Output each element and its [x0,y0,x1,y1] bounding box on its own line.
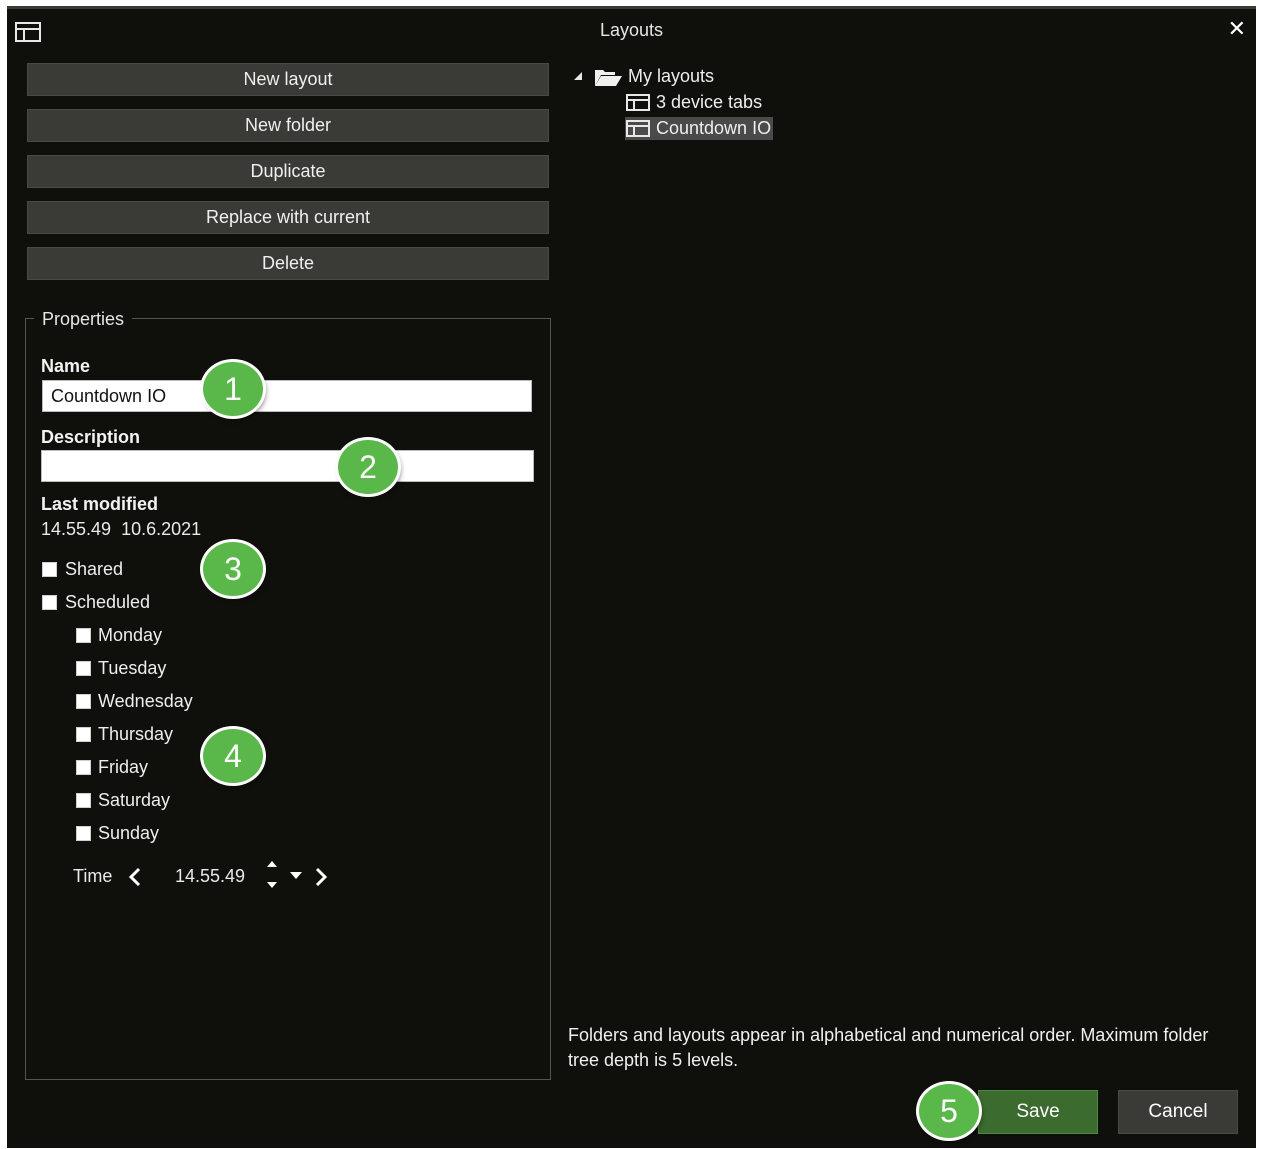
layout-icon [626,120,650,137]
properties-legend: Properties [34,309,133,330]
close-icon[interactable]: ✕ [1228,17,1246,41]
new-folder-button[interactable]: New folder [27,109,549,142]
title-bar: Layouts ✕ [7,9,1256,55]
description-label: Description [41,427,141,447]
callout-badge-1: 1 [203,362,263,416]
delete-button[interactable]: Delete [27,247,549,280]
day-label-thursday: Thursday [98,724,174,744]
time-spinner-icon[interactable] [265,860,279,890]
info-note: Folders and layouts appear in alphabetic… [568,1025,1209,1070]
description-input[interactable] [41,450,534,482]
day-label-friday: Friday [98,757,149,777]
save-button[interactable]: Save [978,1090,1098,1134]
chevron-left-icon[interactable] [128,867,142,887]
tree-item-countdown-io[interactable]: Countdown IO [625,117,774,140]
scheduled-checkbox[interactable] [42,595,57,610]
tree-folder-my-layouts[interactable]: My layouts [628,66,714,87]
saturday-checkbox[interactable] [76,793,91,808]
day-label-monday: Monday [98,625,163,645]
duplicate-button[interactable]: Duplicate [27,155,549,188]
cancel-button[interactable]: Cancel [1118,1090,1238,1134]
callout-badge-3: 3 [203,542,263,596]
shared-label: Shared [65,559,124,579]
tree-collapse-icon[interactable] [573,71,583,81]
sunday-checkbox[interactable] [76,826,91,841]
day-label-wednesday: Wednesday [98,691,193,711]
callout-badge-5: 5 [919,1084,979,1138]
name-label: Name [41,356,91,376]
name-input[interactable] [42,380,532,412]
callout-badge-2: 2 [338,440,398,494]
dropdown-arrow-icon[interactable] [289,870,303,880]
day-label-sunday: Sunday [98,823,160,843]
tree-item-label: Countdown IO [656,118,772,138]
last-modified-value: 14.55.49 10.6.2021 [41,519,202,539]
day-label-saturday: Saturday [98,790,171,810]
chevron-right-icon[interactable] [314,867,328,887]
callout-badge-4: 4 [203,729,263,783]
layout-icon [626,94,650,111]
tree-item-3-device-tabs[interactable]: 3 device tabs [626,92,762,113]
replace-with-current-button[interactable]: Replace with current [27,201,549,234]
thursday-checkbox[interactable] [76,727,91,742]
friday-checkbox[interactable] [76,760,91,775]
monday-checkbox[interactable] [76,628,91,643]
wednesday-checkbox[interactable] [76,694,91,709]
tree-item-label: 3 device tabs [656,92,763,112]
tuesday-checkbox[interactable] [76,661,91,676]
scheduled-label: Scheduled [65,592,151,612]
shared-checkbox[interactable] [42,562,57,577]
folder-open-icon [595,70,622,86]
time-label: Time [73,866,113,886]
last-modified-label: Last modified [41,494,159,514]
time-value[interactable]: 14.55.49 [175,866,245,887]
dialog-title: Layouts [599,20,664,40]
new-layout-button[interactable]: New layout [27,63,549,96]
day-label-tuesday: Tuesday [98,658,167,678]
